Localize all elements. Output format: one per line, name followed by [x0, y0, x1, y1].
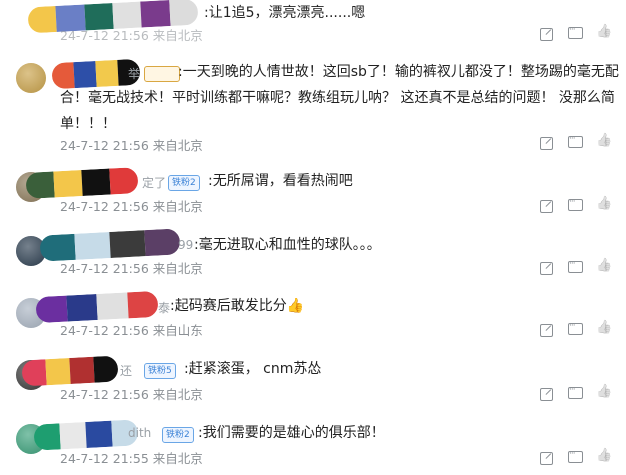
reply-icon[interactable]	[568, 25, 583, 41]
username-redaction	[35, 290, 159, 324]
reply-icon[interactable]	[568, 197, 583, 213]
share-icon[interactable]	[539, 135, 554, 150]
comment-meta: 24-7-12 21:56 来自山东	[60, 323, 203, 338]
comment-meta: 24-7-12 21:55 来自北京	[60, 451, 203, 466]
comment-text: :无所屌谓，看看热闹吧	[208, 173, 353, 189]
comment-text: :一天到晚的人情世故！这回sb了！输的裤衩儿都没了！整场踢的毫无配 合！毫无战技…	[60, 59, 620, 137]
share-icon[interactable]	[539, 386, 554, 401]
comment-text-line: 合！毫无战技术！平时训练都干嘛呢？教练组玩儿呐？ 这还真不是总结的问题！ 没那么…	[60, 90, 615, 106]
share-icon[interactable]	[539, 450, 554, 465]
share-icon[interactable]	[539, 322, 554, 337]
like-icon[interactable]	[597, 198, 612, 213]
badge: 铁粉5	[144, 363, 176, 379]
avatar[interactable]	[16, 63, 46, 93]
comment-text: :毫无进取心和血性的球队。。。	[194, 237, 381, 253]
share-icon[interactable]	[539, 198, 554, 213]
like-icon[interactable]	[597, 135, 612, 150]
comment-meta: 24-7-12 21:56 来自北京	[60, 199, 203, 214]
reply-icon[interactable]	[568, 321, 583, 337]
comment-item: :让1追5，漂亮漂亮......嗯 24-7-12 21:56 来自北京	[0, 0, 626, 50]
username-tail: dith	[128, 426, 152, 440]
username-tail: 还	[120, 364, 133, 378]
comment-text: :我们需要的是雄心的俱乐部！	[198, 425, 385, 441]
username-tail: 定了	[142, 176, 167, 190]
like-icon[interactable]	[597, 386, 612, 401]
comment-item: dith 铁粉2 :我们需要的是雄心的俱乐部！ 24-7-12 21:55 来自…	[0, 416, 626, 475]
reply-icon[interactable]	[568, 385, 583, 401]
comment-text: :让1追5，漂亮漂亮......嗯	[204, 5, 366, 21]
comment-meta: 24-7-12 21:56 来自北京	[60, 387, 203, 402]
comment-item: 还 铁粉5 :赶紧滚蛋， cnm苏怂 24-7-12 21:56 来自北京	[0, 354, 626, 409]
reply-icon[interactable]	[568, 449, 583, 465]
like-icon[interactable]	[597, 322, 612, 337]
comment-item: 99 :毫无进取心和血性的球队。。。 24-7-12 21:56 来自北京	[0, 228, 626, 287]
comment-text: :赶紧滚蛋， cnm苏怂	[184, 361, 322, 377]
comment-text-line: 单！！！	[60, 116, 116, 132]
comment-meta: 24-7-12 21:56 来自北京	[60, 138, 203, 153]
reply-icon[interactable]	[568, 259, 583, 275]
like-icon[interactable]	[597, 26, 612, 41]
comment-text-line: :一天到晚的人情世故！这回sb了！输的裤衩儿都没了！整场踢的毫无配	[178, 64, 619, 80]
username-redaction	[33, 419, 139, 451]
share-icon[interactable]	[539, 260, 554, 275]
username-tail: 99	[178, 238, 194, 252]
badge: 铁粉2	[168, 175, 200, 191]
reply-icon[interactable]	[568, 134, 583, 150]
username-tail: 泰	[158, 301, 171, 315]
comment-text: :起码赛后敢发比分👍	[170, 298, 305, 314]
username-redaction	[25, 167, 139, 199]
comment-meta: 24-7-12 21:56 来自北京	[60, 28, 203, 43]
username-redaction	[21, 355, 119, 387]
comment-item: 泰 :起码赛后敢发比分👍 24-7-12 21:56 来自山东	[0, 290, 626, 347]
share-icon[interactable]	[539, 26, 554, 41]
like-icon[interactable]	[597, 260, 612, 275]
comment-meta: 24-7-12 21:56 来自北京	[60, 261, 203, 276]
comment-item: 定了 铁粉2 :无所屌谓，看看热闹吧 24-7-12 21:56 来自北京	[0, 167, 626, 223]
username-redaction	[39, 228, 181, 262]
comment-item: 举 :一天到晚的人情世故！这回sb了！输的裤衩儿都没了！整场踢的毫无配 合！毫无…	[0, 55, 626, 155]
badge: 铁粉2	[162, 427, 194, 443]
like-icon[interactable]	[597, 450, 612, 465]
